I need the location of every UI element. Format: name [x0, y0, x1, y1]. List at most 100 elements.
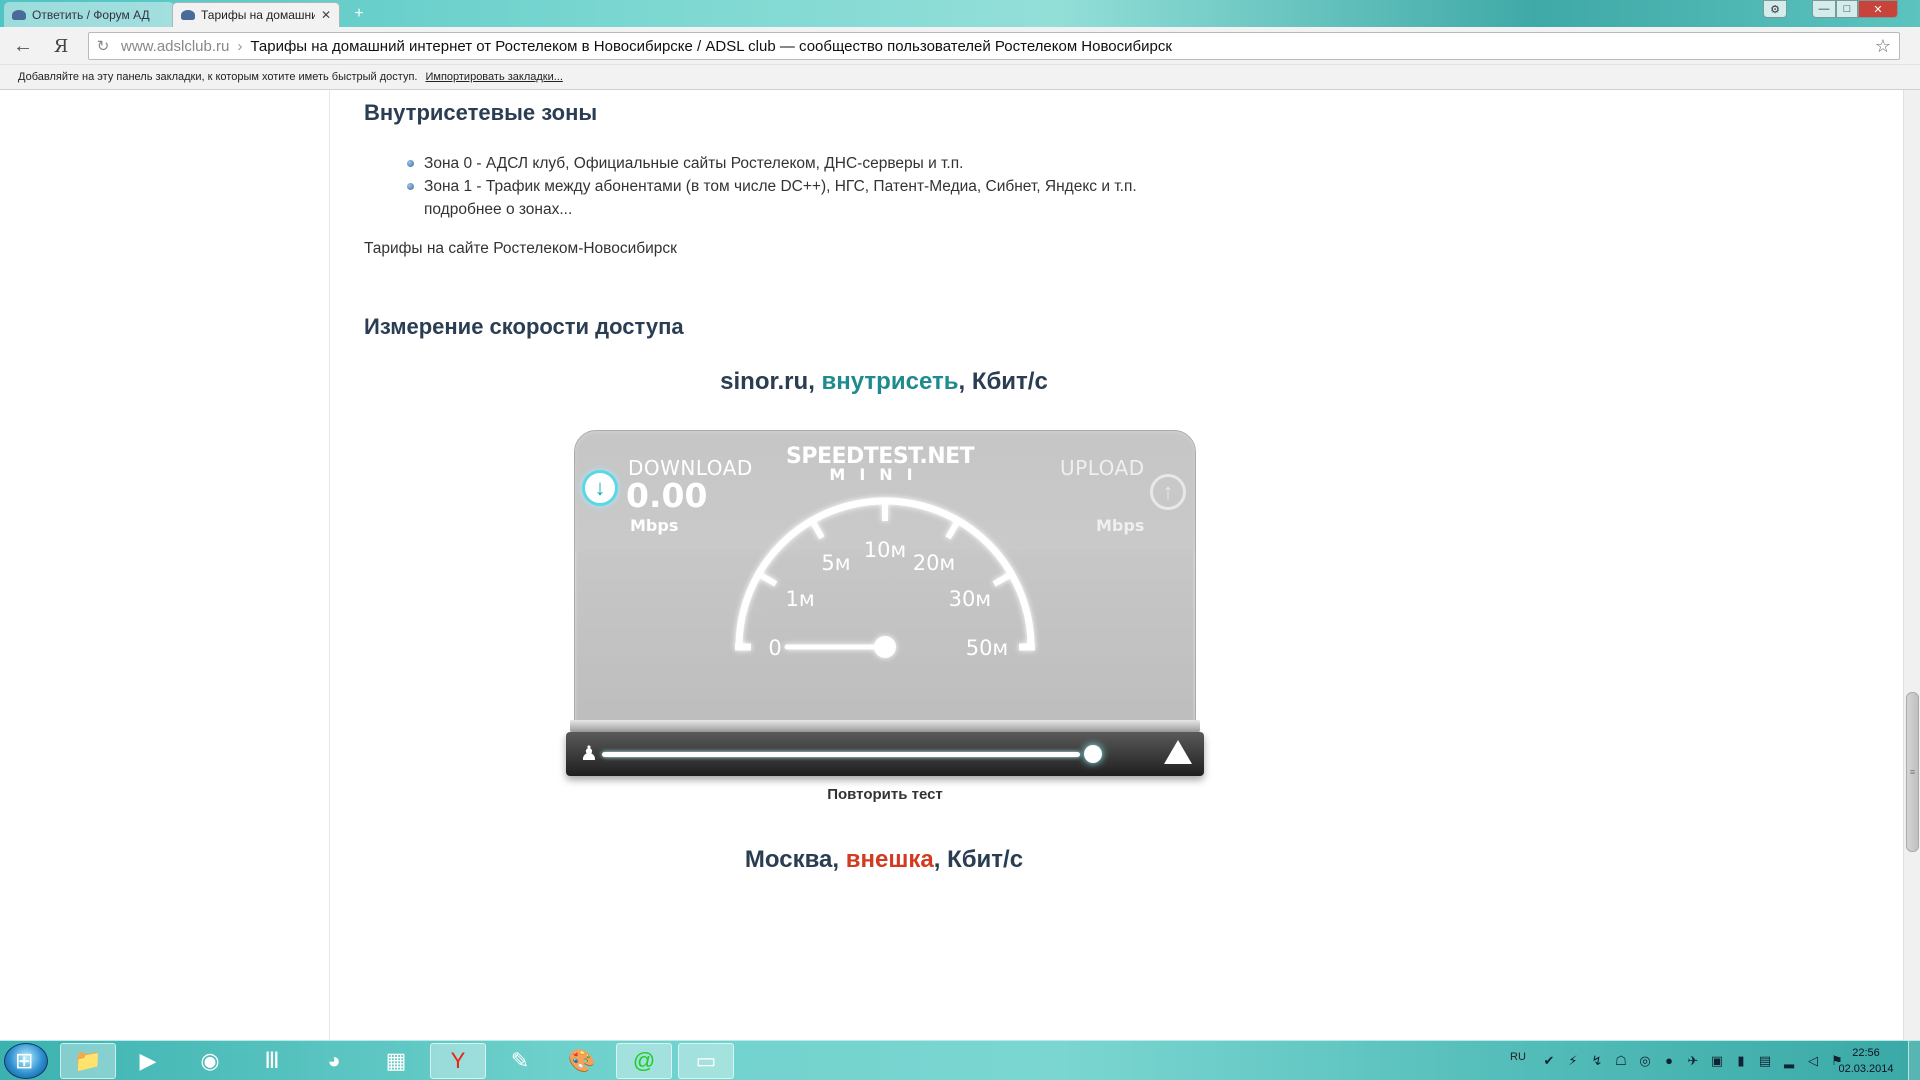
left-column-divider [329, 90, 330, 1040]
tab-strip: Ответить / Форум АД Тарифы на домашни ✕ … [0, 0, 1920, 27]
separator: , [933, 846, 948, 873]
zone-text: Зона 0 - АДСЛ клуб, Официальные сайты Ро… [424, 155, 964, 172]
vertical-scrollbar[interactable]: ≡ [1903, 90, 1920, 1040]
speed-heading: Измерение скорости доступа [364, 314, 684, 339]
speedtest-title-external: Москва, внешка, Кбит/с [364, 846, 1404, 874]
url-page-title: Тарифы на домашний интернет от Ростелеко… [250, 37, 1172, 55]
tab-title: Ответить / Форум АД [32, 7, 150, 22]
speedtest-widget: 0 1м 5м 10м 20м 30м 50м ↓ DOWNLOAD 0.00 Mbps S… [560, 430, 1210, 890]
import-bookmarks-link[interactable]: Импортировать закладки... [425, 71, 562, 83]
shield-icon[interactable]: ✔ [1540, 1053, 1558, 1069]
upload-label: UPLOAD [1060, 456, 1145, 480]
updater-icon[interactable]: ⚡ [1564, 1053, 1582, 1069]
zones-list: Зона 0 - АДСЛ клуб, Официальные сайты Ро… [404, 152, 1204, 221]
bookmarks-hint: Добавляйте на эту панель закладки, к кот… [18, 71, 418, 83]
tray-app-icon[interactable]: ✈ [1684, 1053, 1702, 1069]
gauge-label: 30м [949, 587, 992, 611]
panel-base [570, 720, 1200, 732]
icq-icon[interactable]: @ [616, 1043, 672, 1079]
firefox-icon[interactable]: ◕ [306, 1043, 362, 1079]
gauge-tick [758, 572, 778, 587]
system-clock[interactable]: 22:56 02.03.2014 [1826, 1045, 1906, 1077]
gauge-label: 1м [786, 587, 815, 611]
zones-more-link[interactable]: подробнее о зонах... [424, 198, 1204, 221]
unit-label: Кбит/с [971, 368, 1048, 395]
world-of-tanks-icon[interactable]: Ⅲ [244, 1043, 300, 1079]
volume-icon[interactable]: ◁ [1804, 1053, 1822, 1069]
close-tab-icon[interactable]: ✕ [321, 8, 331, 22]
yandex-browser-icon[interactable]: Y [430, 1043, 486, 1079]
person-icon: ♟ [580, 743, 598, 765]
gauge-label: 20м [913, 551, 956, 575]
minimize-button[interactable]: — [1812, 0, 1836, 18]
gauge-label: 5м [821, 551, 850, 575]
start-button[interactable] [4, 1043, 48, 1079]
upload-unit: Mbps [1096, 516, 1145, 535]
media-player-icon[interactable]: ▶ [120, 1043, 176, 1079]
maximize-button[interactable]: □ [1836, 0, 1858, 18]
tray-app-icon[interactable]: ◎ [1636, 1053, 1654, 1069]
signal-icon[interactable]: ▂ [1780, 1053, 1798, 1069]
bookmark-star-icon[interactable]: ☆ [1875, 36, 1891, 57]
explorer-icon[interactable]: 📁 [60, 1043, 116, 1079]
server-name: sinor.ru [720, 368, 809, 395]
settings-gear-icon[interactable]: ⚙ [1763, 0, 1787, 18]
speedtest-logo: SPEEDTEST.NET MINI [786, 444, 975, 484]
new-tab-button[interactable]: + [348, 5, 370, 23]
gauge-tick [945, 520, 960, 540]
test-progress-bar: ♟ [566, 732, 1204, 776]
site-favicon-icon [12, 9, 26, 20]
zones-heading: Внутрисетевые зоны [364, 100, 598, 125]
monitor-icon[interactable]: ▭ [678, 1043, 734, 1079]
url-separator: › [237, 37, 243, 55]
notepad-icon[interactable]: ✎ [492, 1043, 548, 1079]
tariffs-link[interactable]: Тарифы на сайте Ростелеком-Новосибирск [364, 240, 677, 258]
gauge-label: 0 [768, 636, 781, 660]
browser-toolbar: ← Я ↻ www.adslclub.ru › Тарифы на домашн… [0, 27, 1920, 65]
show-desktop-button[interactable] [1908, 1041, 1920, 1080]
gauge-tick [992, 572, 1012, 587]
separator: , [832, 846, 846, 873]
tab-tariffs[interactable]: Тарифы на домашни ✕ [172, 2, 340, 27]
tab-title: Тарифы на домашни [201, 8, 315, 22]
clock-date: 02.03.2014 [1838, 1063, 1894, 1075]
progress-track [602, 752, 1080, 757]
repeat-test-button[interactable]: Повторить тест [560, 786, 1210, 803]
tray-app-icon[interactable]: ☖ [1612, 1053, 1630, 1069]
battery-icon[interactable]: ▮ [1732, 1053, 1750, 1069]
tab-forum[interactable]: Ответить / Форум АД [4, 2, 174, 27]
separator: , [958, 368, 972, 395]
progress-dot [1084, 745, 1102, 763]
address-bar[interactable]: ↻ www.adslclub.ru › Тарифы на домашний и… [88, 32, 1900, 60]
close-window-button[interactable]: ✕ [1858, 0, 1898, 18]
download-arrow-icon: ↓ [582, 470, 618, 506]
zone-item: Зона 1 - Трафик между абонентами (в том … [404, 175, 1204, 221]
yandex-icon[interactable]: Я [48, 33, 74, 59]
zone-item: Зона 0 - АДСЛ клуб, Официальные сайты Ро… [404, 152, 1204, 175]
server-icon [1164, 740, 1192, 764]
tray-app-icon[interactable]: ▣ [1708, 1053, 1726, 1069]
system-tray: ✔ ⚡ ↯ ☖ ◎ ● ✈ ▣ ▮ ▤ ▂ ◁ ⚑ [1540, 1053, 1846, 1069]
bookmarks-bar: Добавляйте на эту панель закладки, к кот… [0, 65, 1920, 90]
back-arrow-icon[interactable]: ← [10, 33, 36, 59]
taskbar: 📁 ▶ ◉ Ⅲ ◕ ▦ Y ✎ 🎨 @ ▭ RU ✔ ⚡ ↯ ☖ ◎ ● ✈ ▣… [0, 1040, 1920, 1080]
page-viewport: Внутрисетевые зоны Зона 0 - АДСЛ клуб, О… [0, 90, 1903, 1040]
scrollbar-thumb[interactable]: ≡ [1906, 692, 1919, 852]
zone-internal: внутрисеть [821, 368, 959, 395]
network-arrow-icon[interactable]: ↯ [1588, 1053, 1606, 1069]
zone-text: Зона 1 - Трафик между абонентами (в том … [424, 178, 1137, 195]
site-favicon-icon [181, 10, 195, 20]
tray-app-icon[interactable]: ● [1660, 1053, 1678, 1069]
reload-icon[interactable]: ↻ [89, 37, 117, 55]
calculator-icon[interactable]: ▦ [368, 1043, 424, 1079]
paint-icon[interactable]: 🎨 [554, 1043, 610, 1079]
gauge-needle-hub [874, 636, 896, 658]
unit-label: Кбит/с [947, 846, 1024, 873]
chrome-icon[interactable]: ◉ [182, 1043, 238, 1079]
server-name: Москва [744, 846, 833, 873]
download-value: 0.00 [626, 476, 708, 515]
gauge-label: 10м [864, 538, 907, 562]
language-indicator[interactable]: RU [1510, 1051, 1526, 1063]
tray-app-icon[interactable]: ▤ [1756, 1053, 1774, 1069]
upload-arrow-icon: ↑ [1150, 474, 1186, 510]
